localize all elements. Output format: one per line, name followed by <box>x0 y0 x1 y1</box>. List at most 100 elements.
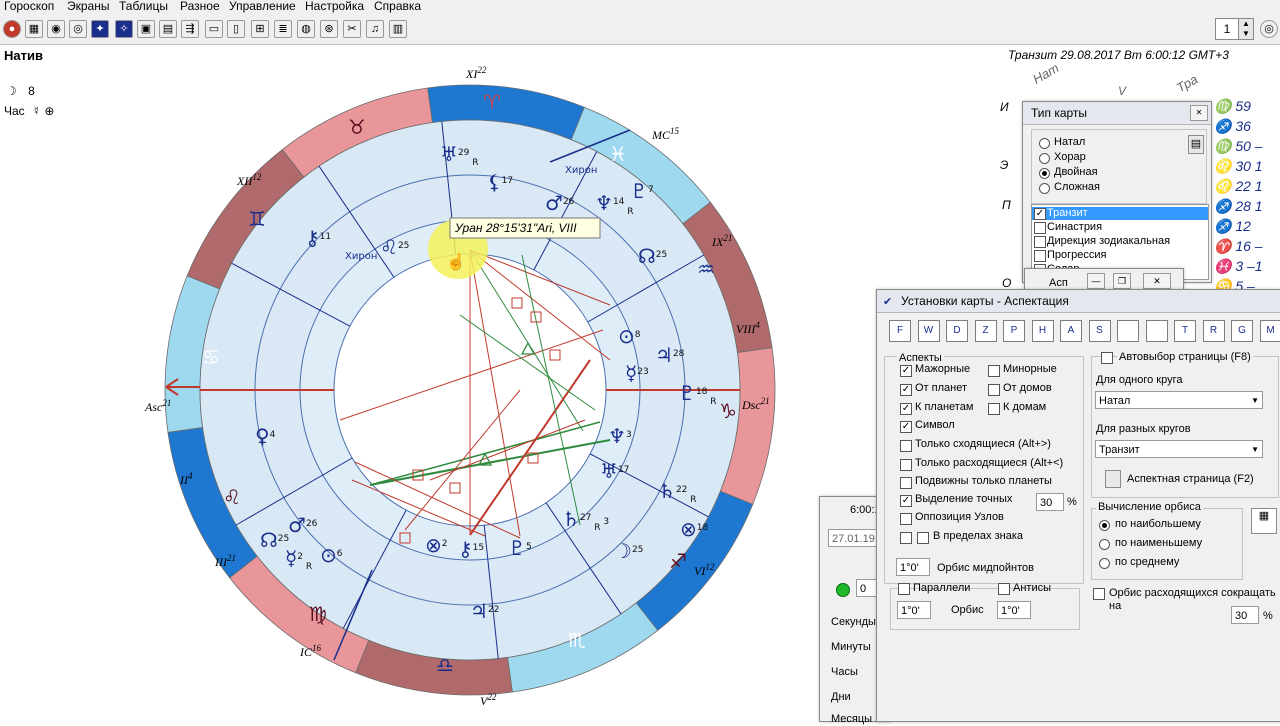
restore-icon[interactable]: ❐ <box>1113 273 1131 289</box>
sky-icon[interactable]: ✦ <box>91 20 109 38</box>
list-item[interactable]: Дирекция зодиакальная <box>1047 235 1170 248</box>
table-icon[interactable]: ▦ <box>25 20 43 38</box>
exact-percent-input[interactable]: 30 <box>1036 493 1064 511</box>
shorten-orb-input[interactable]: 30 <box>1231 606 1259 624</box>
settings-toolbar-icon[interactable]: S <box>1089 320 1111 342</box>
aspect-option-checkbox[interactable]: ✓ <box>900 495 912 507</box>
calculator-icon[interactable]: ▥ <box>389 20 407 38</box>
settings-toolbar-icon[interactable]: Z <box>975 320 997 342</box>
hours-label[interactable]: Часы <box>831 666 858 679</box>
planet-glyph[interactable]: Хирон <box>565 165 597 176</box>
aspect-option-checkbox[interactable] <box>900 513 912 525</box>
menu-screens[interactable]: Экраны <box>67 0 109 13</box>
radio-horary[interactable] <box>1039 153 1050 164</box>
list-check-transit[interactable]: ✓ <box>1034 208 1046 220</box>
menu-tables[interactable]: Таблицы <box>119 0 168 13</box>
globe-icon[interactable]: ◉ <box>47 20 65 38</box>
menu-horoscope[interactable]: Гороскоп <box>4 0 54 13</box>
minutes-label[interactable]: Минуты <box>831 641 871 654</box>
aspect-option-checkbox[interactable] <box>988 403 1000 415</box>
document-icon[interactable]: ▯ <box>227 20 245 38</box>
diff-circles-select[interactable]: Транзит▼ <box>1095 440 1263 458</box>
menu-settings[interactable]: Настройка <box>305 0 364 13</box>
chart-wheel[interactable]: ♈♉♊♋♌♍♎♏♐♑♒♓ XI22 XII12 IX21 VIII4 Asc21… <box>140 60 780 720</box>
aspect-option-checkbox[interactable] <box>900 532 912 544</box>
screen-number-input[interactable]: 1 <box>1215 18 1239 40</box>
notes-icon[interactable]: ▤ <box>1188 135 1204 154</box>
settings-toolbar-icon[interactable]: H <box>1032 320 1054 342</box>
settings-toolbar-icon[interactable] <box>1146 320 1168 342</box>
menu-control[interactable]: Управление <box>229 0 296 13</box>
status-green-icon[interactable] <box>836 583 850 597</box>
settings-toolbar-icon[interactable]: R <box>1203 320 1225 342</box>
days-label[interactable]: Дни <box>831 691 851 704</box>
close-icon[interactable]: ✕ <box>1143 273 1171 289</box>
aspect-option-checkbox[interactable] <box>988 365 1000 377</box>
radio-natal[interactable] <box>1039 138 1050 149</box>
aspect-option-checkbox[interactable]: ✓ <box>900 403 912 415</box>
aspect-option-checkbox[interactable]: ✓ <box>900 365 912 377</box>
bell-icon[interactable]: ♫ <box>366 20 384 38</box>
wheel-icon[interactable]: ◎ <box>69 20 87 38</box>
aspect-page-button-icon[interactable] <box>1105 470 1121 488</box>
settings-toolbar-icon[interactable]: W <box>918 320 940 342</box>
list-item[interactable]: Прогрессия <box>1047 249 1107 262</box>
menu-help[interactable]: Справка <box>374 0 421 13</box>
antiscia-checkbox[interactable] <box>998 583 1010 595</box>
auto-page-checkbox[interactable] <box>1101 352 1113 364</box>
settings-toolbar-icon[interactable]: M <box>1260 320 1280 342</box>
shorten-orb-checkbox[interactable] <box>1093 588 1105 600</box>
page-icon[interactable]: ▭ <box>205 20 223 38</box>
orb-calc-min-radio[interactable] <box>1099 539 1110 550</box>
aspect-option-checkbox[interactable]: ✓ <box>900 421 912 433</box>
close-icon[interactable]: ✕ <box>1190 105 1208 121</box>
list-check-progression[interactable] <box>1034 250 1046 262</box>
aspect-option-checkbox[interactable]: ✓ <box>900 384 912 396</box>
orb-calc-avg-radio[interactable] <box>1099 558 1110 569</box>
parallels-checkbox[interactable] <box>898 583 910 595</box>
stop-icon[interactable]: ● <box>3 20 21 38</box>
list-item[interactable]: Транзит <box>1047 207 1088 220</box>
target-icon[interactable]: ⊛ <box>320 20 338 38</box>
plus-grid-icon[interactable]: ⊞ <box>251 20 269 38</box>
list-check-direction[interactable] <box>1034 236 1046 248</box>
in-sign-inner-checkbox[interactable] <box>917 532 929 544</box>
list-icon[interactable]: ≣ <box>274 20 292 38</box>
orb-midpoints-input[interactable]: 1°0' <box>896 558 930 576</box>
one-circle-select[interactable]: Натал▼ <box>1095 391 1263 409</box>
seconds-label[interactable]: Секунды <box>831 616 876 629</box>
settings-toolbar-icon[interactable]: D <box>946 320 968 342</box>
list-check-synastry[interactable] <box>1034 222 1046 234</box>
list-item[interactable]: Синастрия <box>1047 221 1102 234</box>
world-icon[interactable]: ◎ <box>1260 20 1278 38</box>
planet-symbol: ♅ <box>600 459 618 483</box>
spin-updown-icon[interactable]: ▲▼ <box>1238 18 1254 40</box>
radio-complex[interactable] <box>1039 183 1050 194</box>
radio-double[interactable] <box>1039 168 1050 179</box>
settings-toolbar-icon[interactable]: F <box>889 320 911 342</box>
eye-icon[interactable]: ◍ <box>297 20 315 38</box>
aspect-option-checkbox[interactable] <box>900 477 912 489</box>
aspect-page-label[interactable]: Аспектная страница (F2) <box>1127 473 1254 486</box>
aspect-option-checkbox[interactable] <box>900 459 912 471</box>
parallels-orb-input[interactable]: 1°0' <box>897 601 931 619</box>
minimize-icon[interactable]: — <box>1087 273 1105 289</box>
aspect-option-checkbox[interactable] <box>988 384 1000 396</box>
star-map-icon[interactable]: ✧ <box>115 20 133 38</box>
settings-toolbar-icon[interactable] <box>1117 320 1139 342</box>
settings-toolbar-icon[interactable]: T <box>1174 320 1196 342</box>
settings-toolbar-icon[interactable]: G <box>1231 320 1253 342</box>
palette-icon[interactable]: ▦ <box>1251 508 1277 534</box>
grid-icon[interactable]: ▤ <box>159 20 177 38</box>
settings-toolbar-icon[interactable]: A <box>1060 320 1082 342</box>
aspect-option-checkbox[interactable] <box>900 440 912 452</box>
antiscia-orb-input[interactable]: 1°0' <box>997 601 1031 619</box>
tools-icon[interactable]: ✂ <box>343 20 361 38</box>
orb-calc-max-radio[interactable] <box>1099 520 1110 531</box>
chart-icon[interactable]: ▣ <box>137 20 155 38</box>
settings-toolbar-icon[interactable]: P <box>1003 320 1025 342</box>
planet-degree: 2 <box>442 539 448 549</box>
planet-glyph[interactable]: Хирон <box>345 251 377 262</box>
menu-misc[interactable]: Разное <box>180 0 220 13</box>
arrows-icon[interactable]: ⇶ <box>181 20 199 38</box>
